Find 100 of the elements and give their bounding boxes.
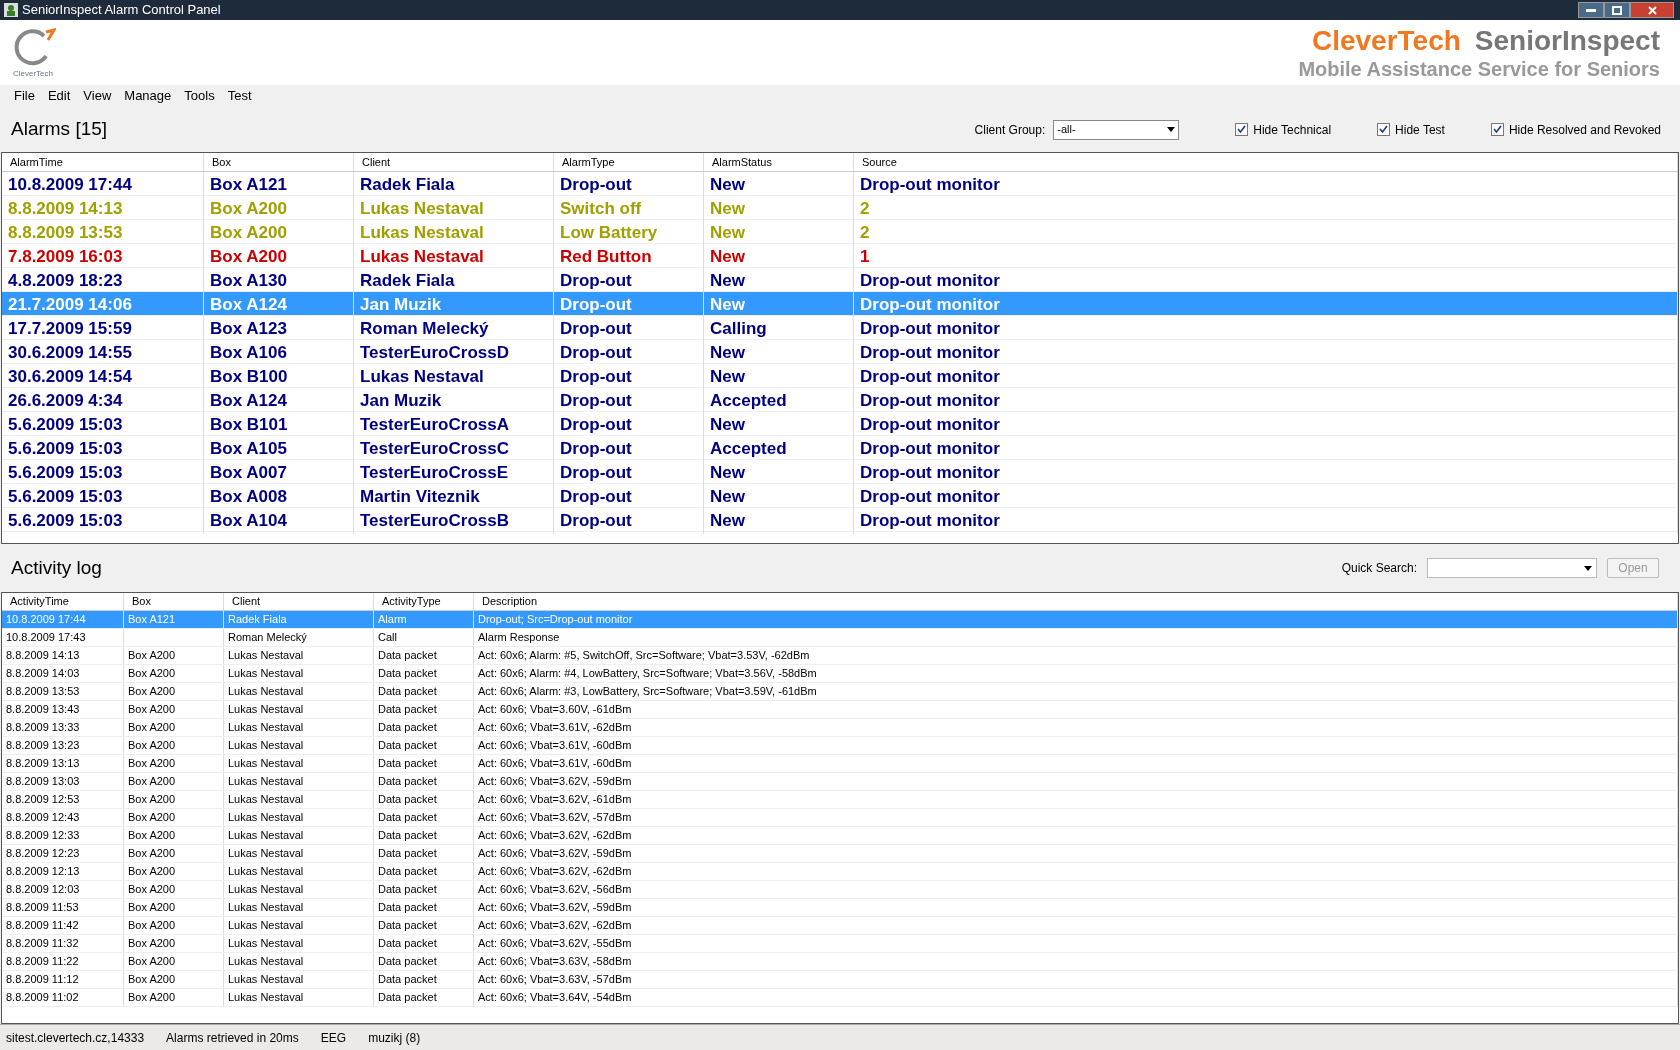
table-row[interactable]: 8.8.2009 11:42 Box A200 Lukas Nestaval Data packet Act: 60x6; Vbat=3.62V, -62dBm (2, 917, 1678, 935)
table-cell-text: Box A200 (128, 900, 176, 916)
table-cell-text: Lukas Nestaval (228, 684, 304, 700)
table-cell: Low Battery (554, 220, 704, 246)
table-cell-text: Lukas Nestaval (228, 936, 304, 952)
table-row[interactable]: 8.8.2009 13:33 Box A200 Lukas Nestaval Data packet Act: 60x6; Vbat=3.61V, -62dBm (2, 719, 1678, 737)
table-cell: Box A104 (204, 508, 354, 534)
table-row[interactable]: 5.6.2009 15:03 Box A008 Martin Viteznik Drop-out New Drop-out monitor (2, 484, 1678, 508)
table-cell: Calling (704, 316, 854, 342)
table-row[interactable]: 30.6.2009 14:55 Box A106 TesterEuroCrossD Drop-out New Drop-out monitor (2, 340, 1678, 364)
table-cell: Box A008 (204, 484, 354, 510)
caret-icon (1584, 565, 1592, 571)
table-cell: Drop-out (554, 340, 704, 366)
table-cell-text: Box A200 (128, 954, 176, 970)
column-header[interactable]: Client (354, 153, 554, 171)
column-header[interactable]: AlarmTime (2, 153, 204, 171)
table-cell-text: Box A200 (128, 828, 176, 844)
field-label: Quick Search: (1341, 560, 1417, 577)
column-header[interactable]: Source (854, 153, 1678, 171)
table-row[interactable]: 8.8.2009 13:53 Box A200 Lukas Nestaval Data packet Act: 60x6; Alarm: #3, LowBattery, Src=Software; Vbat=3.59V, -61dBm (2, 683, 1678, 701)
menu-item[interactable]: Test (221, 86, 258, 106)
table-row[interactable]: 8.8.2009 13:43 Box A200 Lukas Nestaval Data packet Act: 60x6; Vbat=3.60V, -61dBm (2, 701, 1678, 719)
table-cell: New (704, 460, 854, 486)
table-cell-text: Lukas Nestaval (228, 756, 304, 772)
table-row[interactable]: 8.8.2009 12:53 Box A200 Lukas Nestaval Data packet Act: 60x6; Vbat=3.62V, -61dBm (2, 791, 1678, 809)
table-cell: Drop-out monitor (854, 340, 1678, 366)
table-cell-text: Box A200 (128, 702, 176, 718)
checkbox[interactable]: Hide Test (1377, 120, 1445, 139)
table-cell: Box A200 (204, 244, 354, 270)
menu-item[interactable]: View (77, 86, 118, 106)
table-cell-text: Act: 60x6; Vbat=3.62V, -55dBm (478, 936, 632, 952)
table-row[interactable]: 8.8.2009 11:22 Box A200 Lukas Nestaval Data packet Act: 60x6; Vbat=3.63V, -58dBm (2, 953, 1678, 971)
table-row[interactable]: 8.8.2009 11:12 Box A200 Lukas Nestaval Data packet Act: 60x6; Vbat=3.63V, -57dBm (2, 971, 1678, 989)
table-row[interactable]: 5.6.2009 15:03 Box A104 TesterEuroCrossB Drop-out New Drop-out monitor (2, 508, 1678, 532)
table-cell: Box B100 (204, 364, 354, 390)
table-cell-text: Data packet (378, 792, 437, 808)
table-row[interactable]: 26.6.2009 4:34 Box A124 Jan Muzik Drop-out Accepted Drop-out monitor (2, 388, 1678, 412)
table-row[interactable]: 8.8.2009 13:13 Box A200 Lukas Nestaval Data packet Act: 60x6; Vbat=3.61V, -60dBm (2, 755, 1678, 773)
table-cell: Box A007 (204, 460, 354, 486)
table-row[interactable]: 5.6.2009 15:03 Box B101 TesterEuroCrossA Drop-out New Drop-out monitor (2, 412, 1678, 436)
menu-item[interactable]: Manage (118, 86, 178, 106)
table-cell: 5.6.2009 15:03 (2, 508, 204, 534)
table-cell-text: Lukas Nestaval (228, 666, 304, 682)
column-header[interactable]: Description (474, 593, 1678, 610)
table-row[interactable]: 30.6.2009 14:54 Box B100 Lukas Nestaval Drop-out New Drop-out monitor (2, 364, 1678, 388)
table-cell-text: 8.8.2009 12:33 (6, 828, 80, 844)
menu-item[interactable]: Edit (41, 86, 77, 106)
table-cell-text: Act: 60x6; Vbat=3.60V, -61dBm (478, 702, 632, 718)
table-cell: Drop-out monitor (854, 316, 1678, 342)
checkbox[interactable]: Hide Resolved and Revoked (1490, 120, 1661, 139)
menu-item[interactable]: Tools (178, 86, 221, 106)
table-row[interactable]: 8.8.2009 13:23 Box A200 Lukas Nestaval Data packet Act: 60x6; Vbat=3.61V, -60dBm (2, 737, 1678, 755)
table-cell-text: Lukas Nestaval (228, 648, 304, 664)
table-row[interactable]: 8.8.2009 11:02 Box A200 Lukas Nestaval Data packet Act: 60x6; Vbat=3.64V, -54dBm (2, 989, 1678, 1007)
table-row[interactable]: 8.8.2009 12:13 Box A200 Lukas Nestaval Data packet Act: 60x6; Vbat=3.62V, -62dBm (2, 863, 1678, 881)
table-row[interactable]: 10.8.2009 17:44 Box A121 Radek Fiala Drop-out New Drop-out monitor (2, 172, 1678, 196)
column-header[interactable]: AlarmType (554, 153, 704, 171)
brand-name: CleverTech (1311, 24, 1461, 57)
table-cell: TesterEuroCrossB (354, 508, 554, 534)
table-cell: Drop-out monitor (854, 484, 1678, 510)
table-cell-text: Box A200 (128, 684, 176, 700)
minimize-icon (1586, 8, 1596, 12)
table-cell: TesterEuroCrossA (354, 412, 554, 438)
menu-item[interactable]: File (8, 86, 41, 106)
close-button[interactable] (1630, 2, 1674, 18)
window-title: SeniorInspect Alarm Control Panel (22, 1, 221, 20)
minimize-button[interactable] (1578, 2, 1604, 18)
column-header[interactable]: ActivityTime (2, 593, 124, 610)
table-cell-text: Act: 60x6; Vbat=3.63V, -57dBm (478, 972, 632, 988)
client-group-dropdown[interactable]: -all- (1053, 119, 1180, 140)
table-cell-text: Act: 60x6; Vbat=3.62V, -62dBm (478, 918, 632, 934)
column-header[interactable]: ActivityType (374, 593, 474, 610)
table-row[interactable]: 8.8.2009 12:03 Box A200 Lukas Nestaval Data packet Act: 60x6; Vbat=3.62V, -56dBm (2, 881, 1678, 899)
table-row[interactable]: 8.8.2009 12:43 Box A200 Lukas Nestaval Data packet Act: 60x6; Vbat=3.62V, -57dBm (2, 809, 1678, 827)
table-row[interactable]: 10.8.2009 17:43 Roman Melecký Call Alarm Response (2, 629, 1678, 647)
table-cell-text: Data packet (378, 810, 437, 826)
table-row[interactable]: 5.6.2009 15:03 Box A007 TesterEuroCrossE Drop-out New Drop-out monitor (2, 460, 1678, 484)
table-row[interactable]: 8.8.2009 12:23 Box A200 Lukas Nestaval Data packet Act: 60x6; Vbat=3.62V, -59dBm (2, 845, 1678, 863)
table-row[interactable]: 8.8.2009 14:13 Box A200 Lukas Nestaval Data packet Act: 60x6; Alarm: #5, SwitchOff, Src=Software; Vbat=3.53V, -62dBm (2, 647, 1678, 665)
column-header[interactable]: AlarmStatus (704, 153, 854, 171)
table-cell-text: Lukas Nestaval (228, 774, 304, 790)
table-cell-text: Lukas Nestaval (228, 972, 304, 988)
table-cell-text: 8.8.2009 14:03 (6, 666, 80, 682)
column-header[interactable]: Box (204, 153, 354, 171)
table-row[interactable]: 5.6.2009 15:03 Box A105 TesterEuroCrossC Drop-out Accepted Drop-out monitor (2, 436, 1678, 460)
table-row[interactable]: 8.8.2009 11:53 Box A200 Lukas Nestaval Data packet Act: 60x6; Vbat=3.62V, -59dBm (2, 899, 1678, 917)
table-cell-text: Data packet (378, 648, 437, 664)
column-header[interactable]: Client (224, 593, 374, 610)
maximize-button[interactable] (1604, 2, 1630, 18)
column-header[interactable]: Box (124, 593, 224, 610)
table-row[interactable]: 7.8.2009 16:03 Box A200 Lukas Nestaval Red Button New 1 (2, 244, 1678, 268)
table-row[interactable]: 8.8.2009 12:33 Box A200 Lukas Nestaval Data packet Act: 60x6; Vbat=3.62V, -62dBm (2, 827, 1678, 845)
checkbox[interactable]: Hide Technical (1235, 120, 1332, 139)
table-cell-text: Act: 60x6; Alarm: #4, LowBattery, Src=Software; Vbat=3.56V, -58dBm (478, 666, 817, 682)
table-cell-text: 8.8.2009 13:53 (6, 684, 80, 700)
table-row[interactable]: 8.8.2009 11:32 Box A200 Lukas Nestaval Data packet Act: 60x6; Vbat=3.62V, -55dBm (2, 935, 1678, 953)
table-row[interactable]: 8.8.2009 13:03 Box A200 Lukas Nestaval Data packet Act: 60x6; Vbat=3.62V, -59dBm (2, 773, 1678, 791)
table-row[interactable]: 17.7.2009 15:59 Box A123 Roman Melecký Drop-out Calling Drop-out monitor (2, 316, 1678, 340)
table-row[interactable]: 8.8.2009 14:03 Box A200 Lukas Nestaval Data packet Act: 60x6; Alarm: #4, LowBattery, Src=Software; Vbat=3.56V, -58dBm (2, 665, 1678, 683)
table-cell-text: Act: 60x6; Vbat=3.61V, -60dBm (478, 756, 632, 772)
